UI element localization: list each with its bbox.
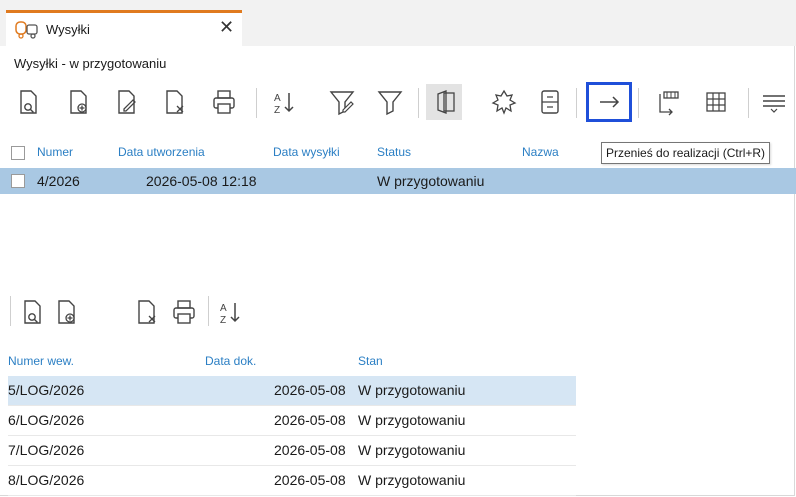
toolbar-separator [638, 88, 639, 118]
grid-icon [706, 92, 726, 112]
document-plus-icon [58, 300, 75, 324]
column-header-data-utworzenia[interactable]: Data utworzenia [118, 145, 205, 159]
toolbar-separator [576, 88, 577, 118]
svg-text:Z: Z [220, 315, 226, 326]
print-button[interactable] [206, 84, 242, 120]
tab-label: Wysyłki [46, 22, 90, 37]
burst-icon [491, 89, 517, 115]
tab-wysylki[interactable]: Wysyłki ✕ [6, 10, 242, 46]
table-row[interactable]: 8/LOG/2026 2026-05-08 W przygotowaniu [8, 466, 576, 496]
documents-grid-header: Numer wew. Data dok. Stan [0, 351, 796, 373]
document-plus-icon [70, 90, 87, 114]
preview-document-button[interactable] [10, 84, 46, 120]
svg-text:A: A [220, 303, 227, 314]
delete-document-button[interactable] [128, 294, 164, 330]
cell-data-dok: 2026-05-08 [274, 412, 346, 428]
filter-icon [377, 91, 403, 116]
svg-text:Z: Z [274, 105, 280, 116]
preview-document-button[interactable] [14, 294, 50, 330]
toolbar-separator [748, 88, 749, 118]
main-toolbar: AZ [0, 80, 796, 126]
cell-data-utworzenia: 2026-05-08 12:18 [146, 173, 257, 189]
add-document-button[interactable] [48, 294, 84, 330]
filter-edit-icon [329, 91, 355, 116]
delete-document-button[interactable] [156, 84, 192, 120]
cell-stan: W przygotowaniu [358, 412, 466, 428]
columns-move-icon [659, 91, 679, 116]
documents-toolbar: AZ [0, 290, 300, 334]
table-row[interactable]: 6/LOG/2026 2026-05-08 W przygotowaniu [8, 406, 576, 436]
toolbar-separator [418, 88, 419, 118]
menu-down-icon [763, 95, 785, 113]
svg-text:A: A [274, 93, 281, 104]
column-header-status[interactable]: Status [377, 145, 411, 159]
document-delete-icon [138, 300, 156, 324]
column-header-data-wysylki[interactable]: Data wysyłki [273, 145, 340, 159]
cell-status: W przygotowaniu [377, 173, 485, 189]
document-magnifier-icon [24, 300, 41, 324]
columns-button[interactable] [650, 84, 686, 120]
panels-icon [437, 90, 455, 114]
cell-stan: W przygotowaniu [358, 442, 466, 458]
sort-az-icon: AZ [220, 303, 240, 326]
grid-button[interactable] [698, 84, 734, 120]
add-document-button[interactable] [60, 84, 96, 120]
print-button[interactable] [166, 294, 202, 330]
cell-numer-wew: 8/LOG/2026 [8, 472, 85, 488]
table-row[interactable]: 4/2026 2026-05-08 12:18 W przygotowaniu [0, 168, 796, 194]
archive-button[interactable] [532, 84, 568, 120]
move-to-realization-button[interactable] [586, 82, 632, 122]
cell-stan: W przygotowaniu [358, 382, 466, 398]
cabinet-icon [541, 90, 559, 114]
row-checkbox[interactable] [11, 174, 25, 188]
arrow-right-icon [600, 96, 620, 108]
cell-data-dok: 2026-05-08 [274, 442, 346, 458]
cell-data-dok: 2026-05-08 [274, 382, 346, 398]
cell-numer: 4/2026 [37, 173, 80, 189]
select-all-checkbox[interactable] [11, 146, 25, 160]
tab-strip: Wysyłki ✕ [0, 0, 796, 46]
shipment-icon [14, 19, 40, 42]
edit-filter-button[interactable] [324, 84, 360, 120]
document-delete-icon [166, 90, 184, 114]
cell-numer-wew: 7/LOG/2026 [8, 442, 85, 458]
column-header-stan[interactable]: Stan [358, 354, 383, 368]
document-edit-icon [118, 90, 136, 114]
toolbar-separator [10, 296, 11, 326]
view-toggle-button[interactable] [426, 84, 462, 120]
filter-button[interactable] [372, 84, 408, 120]
cell-numer-wew: 5/LOG/2026 [8, 382, 85, 398]
document-magnifier-icon [20, 90, 37, 114]
cell-data-dok: 2026-05-08 [274, 472, 346, 488]
view-title: Wysyłki - w przygotowaniu [14, 56, 167, 71]
tooltip: Przenieś do realizacji (Ctrl+R) [601, 142, 771, 164]
column-header-data-dok[interactable]: Data dok. [205, 354, 256, 368]
toolbar-separator [256, 88, 257, 118]
sort-button[interactable]: AZ [266, 84, 302, 120]
close-icon[interactable]: ✕ [219, 17, 234, 38]
more-options-button[interactable] [756, 84, 792, 120]
table-row[interactable]: 5/LOG/2026 2026-05-08 W przygotowaniu [8, 376, 576, 406]
column-header-numer[interactable]: Numer [37, 145, 73, 159]
printer-icon [173, 300, 195, 324]
cell-stan: W przygotowaniu [358, 472, 466, 488]
edit-document-button[interactable] [108, 84, 144, 120]
column-header-nazwa[interactable]: Nazwa [522, 145, 559, 159]
table-row[interactable]: 7/LOG/2026 2026-05-08 W przygotowaniu [8, 436, 576, 466]
column-header-numer-wew[interactable]: Numer wew. [8, 354, 74, 368]
toolbar-separator [208, 296, 209, 326]
sort-az-icon: AZ [274, 93, 294, 116]
printer-icon [213, 90, 235, 114]
documents-list: 5/LOG/2026 2026-05-08 W przygotowaniu 6/… [8, 376, 576, 496]
highlight-button[interactable] [486, 84, 522, 120]
cell-numer-wew: 6/LOG/2026 [8, 412, 85, 428]
sort-button[interactable]: AZ [212, 294, 248, 330]
